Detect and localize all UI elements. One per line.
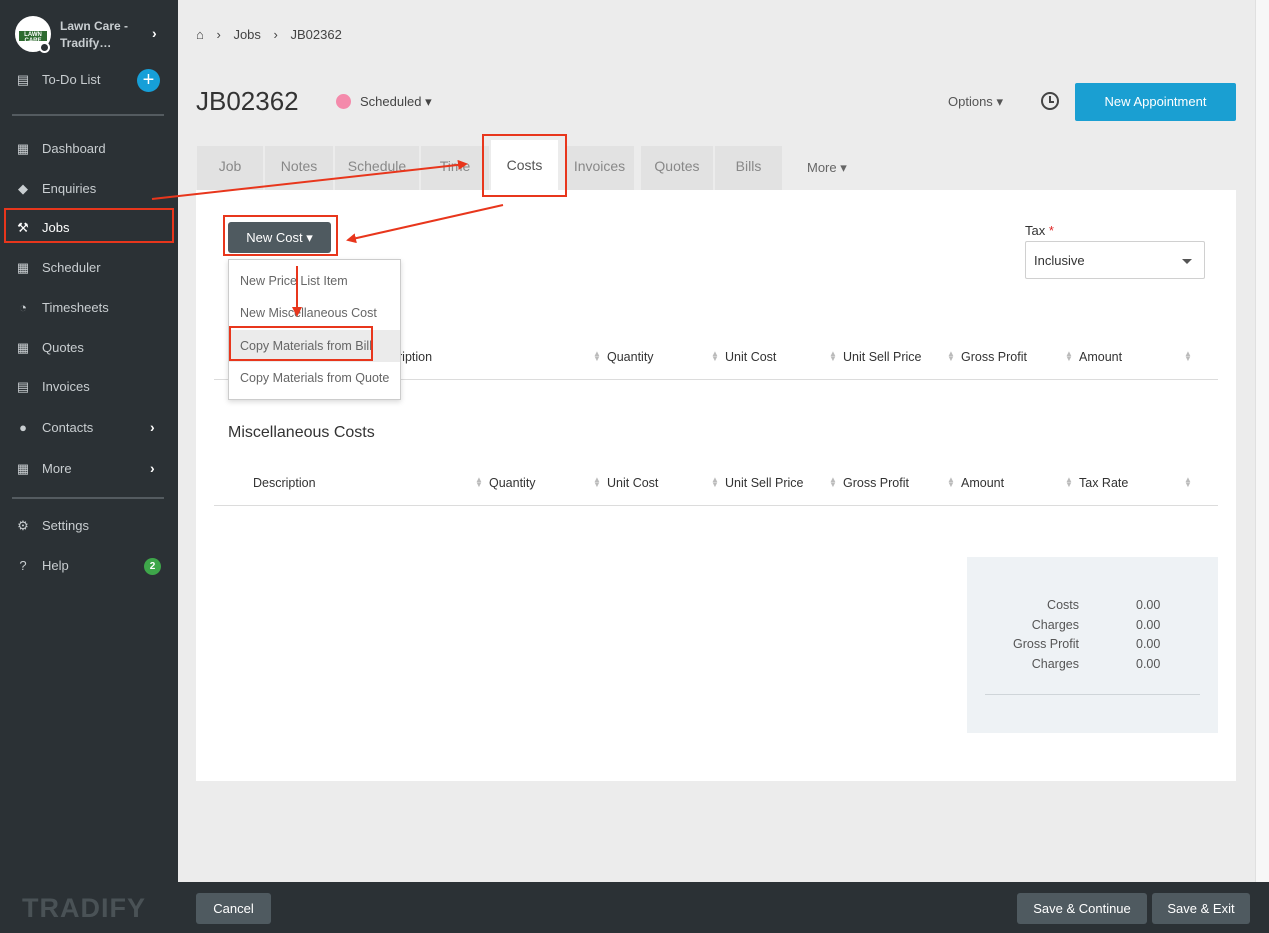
arrow-costs-to-new-cost: [346, 204, 504, 244]
arrow-jobs-to-costs: [151, 159, 468, 200]
annotation-arrows: [151, 159, 504, 317]
